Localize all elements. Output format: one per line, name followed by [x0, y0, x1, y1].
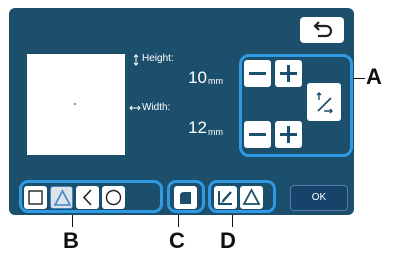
back-button[interactable]	[300, 17, 344, 43]
pattern-dot	[74, 103, 76, 105]
callout-a-leader	[353, 78, 365, 79]
callout-d-leader	[232, 215, 233, 227]
ok-button[interactable]: OK	[290, 185, 348, 211]
height-unit: mm	[208, 76, 223, 86]
outline-buttons-highlight	[208, 180, 276, 213]
shape-buttons-highlight	[19, 180, 163, 213]
pattern-preview	[27, 54, 125, 155]
vertical-double-arrow-icon	[133, 54, 139, 66]
callout-a: A	[366, 64, 382, 89]
horizontal-double-arrow-icon	[129, 105, 141, 111]
callout-b: B	[63, 228, 79, 253]
callout-c: C	[169, 228, 185, 253]
height-value: 10	[188, 68, 207, 87]
callout-d: D	[220, 228, 236, 253]
edit-screen: Height: 10 mm Width: 12 mm OK	[9, 8, 354, 215]
width-label: Width:	[142, 102, 171, 113]
width-unit: mm	[208, 127, 223, 137]
width-value: 12	[188, 118, 207, 137]
undo-arrow-icon	[313, 21, 333, 38]
corner-button-highlight	[167, 180, 205, 213]
callout-b-leader	[72, 215, 73, 227]
size-controls-highlight	[239, 54, 353, 157]
height-label: Height:	[142, 53, 174, 64]
callout-c-leader	[178, 215, 179, 227]
